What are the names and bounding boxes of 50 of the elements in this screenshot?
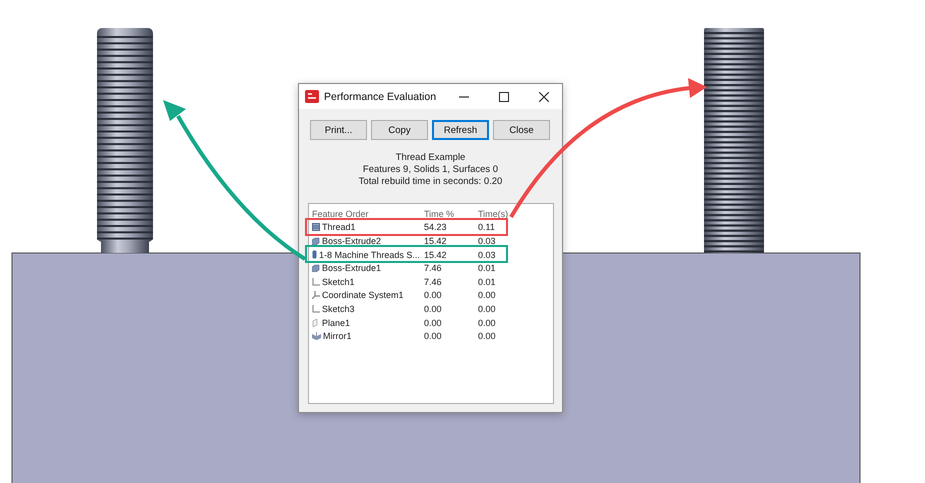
table-cell: Mirror1 <box>323 331 352 342</box>
mirror-icon <box>312 332 321 340</box>
column-header: Feature Order <box>312 208 370 219</box>
table-cell-text: 0.03 <box>478 236 497 246</box>
table-cell-text: 0.00 <box>424 318 443 328</box>
table-cell-text: 7.46 <box>424 276 443 287</box>
summary-text: Features 9, Solids 1, Surfaces 0 <box>362 164 498 175</box>
table-cell-text: 15.42 <box>424 236 448 246</box>
cylinder-icon <box>312 250 317 260</box>
column-header: Time % <box>424 208 456 219</box>
close-icon <box>539 92 549 102</box>
summary-text: Total rebuild time in seconds: 0.20 <box>358 176 502 187</box>
dialog-button[interactable]: Refresh <box>432 120 489 140</box>
table-cell: Sketch3 <box>322 304 355 314</box>
table-cell: Boss-Extrude1 <box>322 263 382 274</box>
column-header: Time(s) <box>478 208 510 219</box>
sketch-icon <box>312 278 320 286</box>
table-cell: Boss-Extrude2 <box>322 236 382 246</box>
table-cell-text: 54.23 <box>424 222 448 232</box>
sketch-icon <box>312 304 320 313</box>
table-cell: Thread1 <box>322 222 356 232</box>
table-cell-text: 0.00 <box>478 318 497 328</box>
table-cell: Plane1 <box>322 318 350 328</box>
table-cell-text: 0.00 <box>478 331 497 342</box>
table-cell-text: 7.46 <box>424 263 443 274</box>
app-logo-icon <box>305 89 320 104</box>
table-cell: Sketch1 <box>322 276 355 287</box>
extrude-icon <box>312 236 320 245</box>
table-cell-text: 0.00 <box>424 290 443 300</box>
table-cell-text: 15.42 <box>424 250 448 260</box>
table-cell-text: 0.00 <box>424 304 443 314</box>
dialog-button[interactable]: Close <box>493 120 550 140</box>
dialog-button[interactable]: Print... <box>310 120 367 140</box>
table-cell-text: 0.03 <box>478 250 497 260</box>
table-cell-text: 0.00 <box>478 290 497 300</box>
thread-icon <box>312 223 320 232</box>
table-cell-text: 0.00 <box>478 304 497 314</box>
table-cell: 1-8 Machine Threads S... <box>319 250 420 260</box>
table-cell-text: 0.01 <box>478 276 497 287</box>
table-cell-text: 0.00 <box>424 331 443 342</box>
dialog-button[interactable]: Copy <box>371 120 428 140</box>
table-cell-text: 0.01 <box>478 263 497 274</box>
summary-text: Thread Example <box>396 152 466 163</box>
maximize-icon <box>499 92 509 102</box>
axes-icon <box>312 291 320 300</box>
plane-icon <box>312 318 320 327</box>
table-cell-text: 0.11 <box>478 222 496 232</box>
table-cell: Coordinate System1 <box>322 290 404 300</box>
window-title: Performance Evaluation <box>324 90 438 102</box>
extrude-icon <box>312 264 320 272</box>
